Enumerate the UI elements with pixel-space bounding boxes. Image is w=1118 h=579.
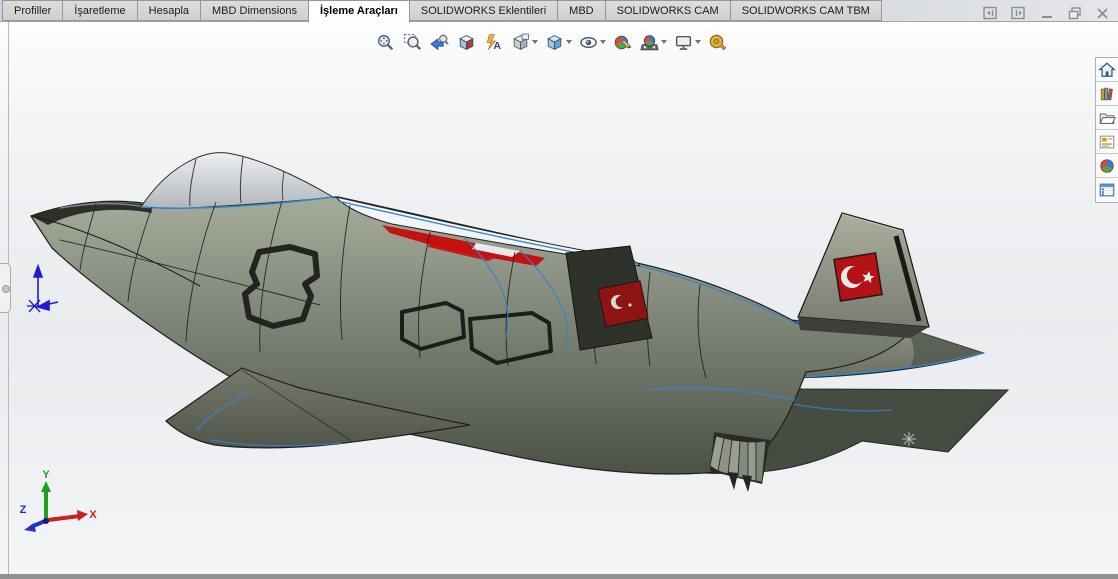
task-pane — [1095, 57, 1118, 203]
display-style-icon[interactable] — [542, 30, 566, 54]
solidworks-window: Y X Z Profiller İşaretleme Hesapla MBD D… — [0, 0, 1118, 579]
custom-properties-icon[interactable] — [1096, 178, 1118, 202]
minimize-button[interactable] — [1039, 6, 1054, 20]
display-style-dropdown[interactable] — [566, 40, 572, 44]
view-settings-icon[interactable] — [671, 30, 695, 54]
view-orientation-icon[interactable] — [508, 30, 532, 54]
tab-solidworks-eklentileri[interactable]: SOLIDWORKS Eklentileri — [408, 0, 559, 21]
measure-icon[interactable] — [705, 30, 729, 54]
collapse-left-icon[interactable] — [983, 6, 998, 20]
tab-solidworks-cam[interactable]: SOLIDWORKS CAM — [604, 0, 731, 21]
view-settings-dropdown[interactable] — [695, 40, 701, 44]
sketch-origin-icon — [27, 263, 59, 313]
part-origin-marker — [902, 432, 916, 446]
tab-isaretleme[interactable]: İşaretleme — [62, 0, 138, 21]
window-controls — [983, 5, 1110, 21]
triad-y-label: Y — [42, 469, 50, 481]
tab-isleme-araclari[interactable]: İşleme Araçları — [307, 0, 410, 23]
dynamic-annotation-views-icon[interactable]: A — [481, 30, 505, 54]
jet-model — [30, 152, 1010, 492]
apply-scene-icon[interactable] — [637, 30, 661, 54]
design-library-icon[interactable] — [1096, 82, 1118, 106]
flyout-dot-icon — [2, 285, 10, 293]
tab-profiller[interactable]: Profiller — [2, 0, 64, 21]
view-orientation-dropdown[interactable] — [532, 40, 538, 44]
heads-up-view-toolbar: A — [373, 30, 729, 54]
svg-text:A: A — [493, 39, 501, 51]
edit-appearance-icon[interactable] — [610, 30, 634, 54]
triad-x-label: X — [89, 509, 97, 521]
restore-button[interactable] — [1067, 6, 1082, 20]
orientation-triad: Y X Z — [20, 469, 97, 532]
close-button[interactable] — [1095, 6, 1110, 20]
zoom-to-area-icon[interactable] — [400, 30, 424, 54]
window-bottom-edge — [0, 574, 1118, 579]
hide-show-items-icon[interactable] — [576, 30, 600, 54]
tab-solidworks-cam-tbm[interactable]: SOLIDWORKS CAM TBM — [729, 0, 882, 21]
command-manager-tabbar: Profiller İşaretleme Hesapla MBD Dimensi… — [0, 0, 1118, 23]
triad-z-label: Z — [20, 504, 27, 516]
collapse-right-icon[interactable] — [1011, 6, 1026, 20]
hide-show-items-dropdown[interactable] — [600, 40, 606, 44]
3d-scene[interactable]: Y X Z — [0, 0, 1118, 579]
file-explorer-icon[interactable] — [1096, 106, 1118, 130]
tab-mbd-dimensions[interactable]: MBD Dimensions — [200, 0, 309, 21]
tab-mbd[interactable]: MBD — [557, 0, 606, 21]
tab-hesapla[interactable]: Hesapla — [136, 0, 202, 21]
appearances-scenes-icon[interactable] — [1096, 154, 1118, 178]
feature-pane-flyout-tab[interactable] — [0, 263, 11, 313]
view-palette-icon[interactable] — [1096, 130, 1118, 154]
engine-nozzle — [709, 432, 770, 492]
section-view-icon[interactable] — [454, 30, 478, 54]
turkish-flag — [833, 252, 883, 302]
solidworks-resources-icon[interactable] — [1096, 58, 1118, 82]
previous-view-icon[interactable] — [427, 30, 451, 54]
apply-scene-dropdown[interactable] — [661, 40, 667, 44]
zoom-to-fit-icon[interactable] — [373, 30, 397, 54]
